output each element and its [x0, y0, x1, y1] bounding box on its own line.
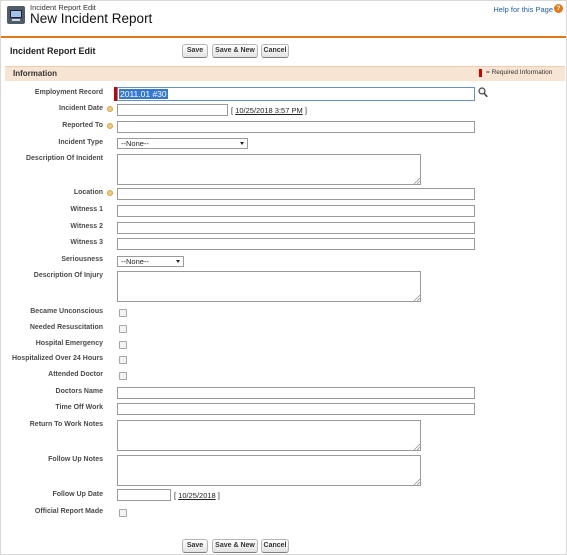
description-of-incident-textarea[interactable]	[117, 154, 421, 185]
resize-grip-icon[interactable]	[414, 479, 420, 485]
employment-record-value: 2011.01 #30	[119, 89, 168, 99]
incident-type-selected: --None--	[121, 139, 149, 148]
edit-section-title: Incident Report Edit	[10, 46, 96, 56]
dropdown-arrow-icon	[176, 260, 180, 263]
became-unconscious-label: Became Unconscious	[30, 308, 103, 315]
save-button-bottom[interactable]: Save	[182, 539, 208, 553]
cancel-button-top[interactable]: Cancel	[261, 44, 289, 58]
incident-type-select[interactable]: --None--	[117, 138, 248, 149]
employment-record-label: Employment Record	[34, 89, 103, 96]
required-information-legend: = Required Information	[486, 69, 553, 76]
seriousness-select[interactable]: --None--	[117, 256, 184, 267]
official-report-made-checkbox[interactable]	[119, 509, 127, 517]
info-bubble-icon[interactable]	[107, 190, 113, 196]
follow-up-date-today-value[interactable]: 10/25/2018	[178, 491, 216, 500]
dropdown-arrow-icon	[240, 142, 244, 145]
lookup-search-icon[interactable]	[478, 87, 488, 98]
help-for-this-page-link[interactable]: Help for this Page	[493, 5, 553, 14]
resize-grip-icon[interactable]	[414, 295, 420, 301]
required-indicator-legend	[479, 69, 482, 77]
header-accent-line	[1, 36, 566, 38]
location-label: Location	[73, 189, 103, 196]
hospital-emergency-checkbox[interactable]	[119, 341, 127, 349]
doctors-name-input[interactable]	[117, 387, 475, 399]
resize-grip-icon[interactable]	[414, 178, 420, 184]
witness-3-label: Witness 3	[70, 239, 103, 246]
attended-doctor-checkbox[interactable]	[119, 372, 127, 380]
doctors-name-label: Doctors Name	[55, 388, 103, 395]
cancel-button-bottom[interactable]: Cancel	[261, 539, 289, 553]
information-section-title: Information	[13, 69, 57, 78]
incident-type-label: Incident Type	[58, 139, 103, 146]
info-bubble-icon[interactable]	[107, 123, 113, 129]
employment-record-input[interactable]	[117, 87, 475, 101]
seriousness-selected: --None--	[121, 257, 149, 266]
monitor-screen	[10, 10, 22, 18]
needed-resuscitation-label: Needed Resuscitation	[29, 324, 103, 331]
follow-up-notes-label: Follow Up Notes	[48, 456, 103, 463]
incident-report-edit-page: Incident Report Edit New Incident Report…	[0, 0, 567, 555]
incident-date-today-value[interactable]: 10/25/2018 3:57 PM	[235, 106, 303, 115]
location-input[interactable]	[117, 188, 475, 200]
witness-1-label: Witness 1	[70, 206, 103, 213]
description-of-injury-label: Description Of Injury	[33, 272, 103, 279]
witness-1-input[interactable]	[117, 205, 475, 217]
hospital-emergency-label: Hospital Emergency	[35, 340, 103, 347]
time-off-work-input[interactable]	[117, 403, 475, 415]
reported-to-input[interactable]	[117, 121, 475, 133]
return-to-work-notes-textarea[interactable]	[117, 420, 421, 451]
save-and-new-button-bottom[interactable]: Save & New	[212, 539, 258, 553]
follow-up-date-label: Follow Up Date	[52, 491, 103, 498]
hospitalized-over-24-hours-checkbox[interactable]	[119, 356, 127, 364]
hospitalized-over-24-hours-label: Hospitalized Over 24 Hours	[11, 355, 103, 362]
description-of-incident-label: Description Of Incident	[25, 155, 103, 162]
incident-date-label: Incident Date	[59, 105, 103, 112]
follow-up-date-input[interactable]	[117, 489, 171, 501]
follow-up-date-today-link[interactable]: [ 10/25/2018 ]	[174, 491, 220, 500]
reported-to-label: Reported To	[62, 122, 103, 129]
seriousness-label: Seriousness	[61, 256, 103, 263]
witness-3-input[interactable]	[117, 238, 475, 250]
became-unconscious-checkbox[interactable]	[119, 309, 127, 317]
follow-up-notes-textarea[interactable]	[117, 455, 421, 486]
incident-date-input[interactable]	[117, 104, 228, 116]
help-question-icon[interactable]: ?	[554, 4, 563, 13]
official-report-made-label: Official Report Made	[34, 508, 103, 515]
witness-2-label: Witness 2	[70, 223, 103, 230]
info-bubble-icon[interactable]	[107, 106, 113, 112]
needed-resuscitation-checkbox[interactable]	[119, 325, 127, 333]
monitor-base	[12, 19, 20, 21]
description-of-injury-textarea[interactable]	[117, 271, 421, 302]
incident-date-today-link[interactable]: [ 10/25/2018 3:57 PM ]	[231, 106, 307, 115]
return-to-work-notes-label: Return To Work Notes	[29, 421, 103, 428]
incident-report-object-icon	[7, 6, 25, 24]
time-off-work-label: Time Off Work	[55, 404, 103, 411]
page-title: New Incident Report	[30, 11, 153, 26]
save-and-new-button-top[interactable]: Save & New	[212, 44, 258, 58]
attended-doctor-label: Attended Doctor	[48, 371, 103, 378]
resize-grip-icon[interactable]	[414, 444, 420, 450]
witness-2-input[interactable]	[117, 222, 475, 234]
save-button-top[interactable]: Save	[182, 44, 208, 58]
